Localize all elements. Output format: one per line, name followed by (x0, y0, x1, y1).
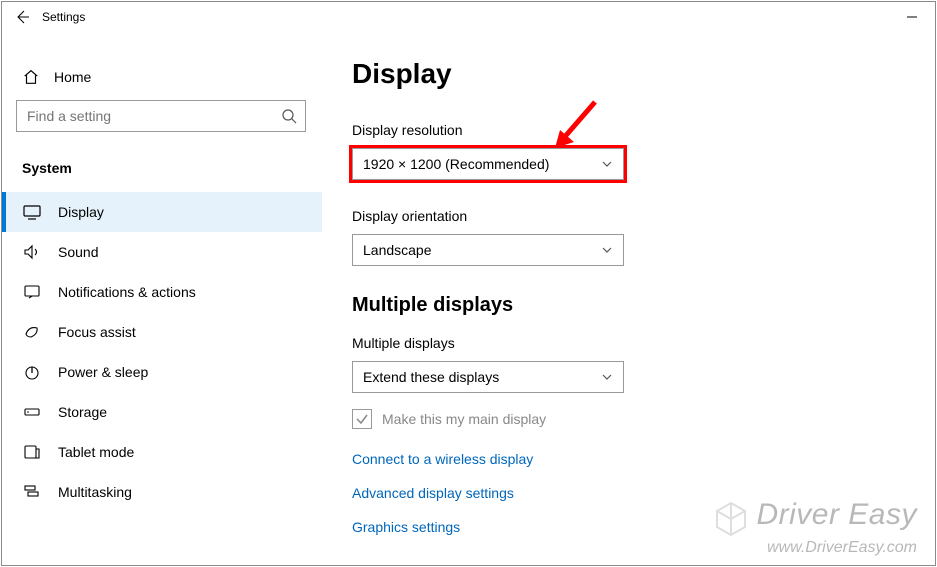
main-display-checkbox[interactable] (352, 409, 372, 429)
sidebar-item-label: Sound (58, 244, 98, 260)
home-link[interactable]: Home (16, 62, 308, 100)
sidebar-item-display[interactable]: Display (2, 192, 322, 232)
main-display-checkbox-label: Make this my main display (382, 411, 546, 427)
notifications-icon (22, 284, 42, 300)
orientation-value: Landscape (363, 242, 432, 258)
minimize-button[interactable] (889, 2, 935, 32)
multiple-displays-label: Multiple displays (352, 335, 935, 351)
sound-icon (22, 244, 42, 260)
check-icon (355, 412, 369, 426)
multiple-displays-value: Extend these displays (363, 369, 499, 385)
search-input-wrap[interactable] (16, 100, 306, 132)
main-content: Display Display resolution 1920 × 1200 (… (322, 32, 935, 567)
multiple-displays-group: Multiple displays Extend these displays (352, 335, 935, 393)
multitasking-icon (22, 484, 42, 500)
search-icon (281, 108, 297, 129)
sidebar-item-multitasking[interactable]: Multitasking (2, 472, 322, 502)
sidebar-item-label: Storage (58, 404, 107, 420)
main-display-checkbox-row: Make this my main display (352, 409, 935, 429)
sidebar-item-sound[interactable]: Sound (2, 232, 322, 272)
resolution-group: Display resolution 1920 × 1200 (Recommen… (352, 122, 935, 180)
category-label: System (16, 160, 308, 186)
graphics-settings-link[interactable]: Graphics settings (352, 519, 935, 535)
back-button[interactable] (2, 2, 42, 32)
sidebar-item-storage[interactable]: Storage (2, 392, 322, 432)
focus-assist-icon (22, 324, 42, 340)
orientation-label: Display orientation (352, 208, 935, 224)
sidebar-item-power-sleep[interactable]: Power & sleep (2, 352, 322, 392)
home-icon (22, 68, 40, 86)
sidebar-item-label: Notifications & actions (58, 284, 196, 300)
sidebar-item-focus-assist[interactable]: Focus assist (2, 312, 322, 352)
chevron-down-icon (601, 158, 613, 170)
resolution-value: 1920 × 1200 (Recommended) (363, 156, 549, 172)
titlebar: Settings (2, 2, 935, 32)
search-input[interactable] (17, 101, 277, 131)
sidebar-item-notifications[interactable]: Notifications & actions (2, 272, 322, 312)
chevron-down-icon (601, 244, 613, 256)
sidebar-item-label: Multitasking (58, 484, 132, 500)
multiple-displays-header: Multiple displays (352, 294, 935, 317)
arrow-left-icon (14, 9, 30, 25)
page-title: Display (352, 58, 935, 90)
minimize-icon (906, 11, 918, 23)
orientation-dropdown[interactable]: Landscape (352, 234, 624, 266)
display-icon (22, 204, 42, 220)
sidebar-item-label: Power & sleep (58, 364, 148, 380)
window-title: Settings (42, 10, 85, 24)
chevron-down-icon (601, 371, 613, 383)
storage-icon (22, 404, 42, 420)
sidebar: Home System Display Sound (2, 32, 322, 567)
sidebar-item-label: Focus assist (58, 324, 136, 340)
sidebar-item-label: Tablet mode (58, 444, 134, 460)
sidebar-item-label: Display (58, 204, 104, 220)
orientation-group: Display orientation Landscape (352, 208, 935, 266)
sidebar-item-tablet-mode[interactable]: Tablet mode (2, 432, 322, 472)
advanced-display-link[interactable]: Advanced display settings (352, 485, 935, 501)
home-label: Home (54, 69, 91, 85)
connect-wireless-link[interactable]: Connect to a wireless display (352, 451, 935, 467)
power-icon (22, 364, 42, 380)
tablet-icon (22, 444, 42, 460)
resolution-label: Display resolution (352, 122, 935, 138)
multiple-displays-dropdown[interactable]: Extend these displays (352, 361, 624, 393)
resolution-dropdown[interactable]: 1920 × 1200 (Recommended) (352, 148, 624, 180)
nav-list: Display Sound Notifications & actions Fo… (2, 192, 322, 502)
